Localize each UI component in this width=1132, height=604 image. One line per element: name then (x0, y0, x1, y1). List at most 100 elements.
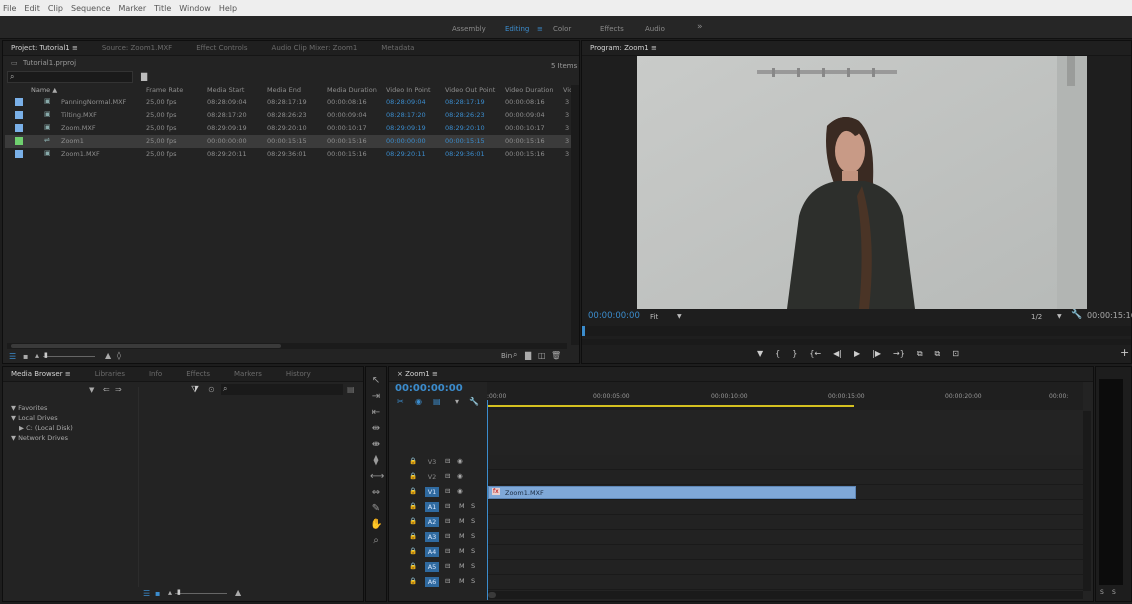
mark-out-button[interactable]: } (792, 349, 797, 359)
tab-history[interactable]: History (286, 370, 311, 378)
eye-icon[interactable]: ◉ (457, 487, 463, 495)
menu-marker[interactable]: Marker (118, 4, 146, 13)
sync-icon[interactable]: ⊟ (445, 472, 450, 480)
lock-icon[interactable]: 🔒 (409, 532, 417, 540)
hand-tool-icon[interactable]: ✋ (370, 519, 382, 530)
menu-title[interactable]: Title (154, 4, 171, 13)
table-row[interactable]: ▣ PanningNormal.MXF 25,00 fps 08:28:09:0… (5, 96, 571, 109)
slip-tool-icon[interactable]: ⟷ (370, 471, 384, 482)
solo-button[interactable]: S (471, 547, 475, 555)
workspace-more-icon[interactable]: » (697, 22, 703, 32)
row-in[interactable]: 08:29:20:11 (386, 150, 426, 158)
settings-wrench-icon[interactable]: 🔧 (1071, 310, 1082, 320)
lock-icon[interactable]: 🔒 (409, 487, 417, 495)
mute-button[interactable]: M (459, 517, 465, 525)
timeline-clip[interactable]: fx Zoom1.MXF (488, 486, 856, 499)
workspace-color[interactable]: Color (553, 25, 571, 33)
sync-icon[interactable]: ⊟ (445, 517, 450, 525)
razor-tool-icon[interactable]: ⧫ (370, 455, 382, 466)
add-marker-icon[interactable]: ▤ (433, 397, 441, 406)
eye-icon[interactable]: ◉ (457, 457, 463, 465)
row-out[interactable]: 08:29:36:01 (445, 150, 485, 158)
browser-list-icon[interactable]: ▤ (347, 385, 355, 394)
mute-button[interactable]: M (459, 562, 465, 570)
solo-left-button[interactable]: S (1100, 589, 1104, 596)
mute-button[interactable]: M (459, 547, 465, 555)
col-frame-rate[interactable]: Frame Rate (146, 86, 183, 94)
tab-sequence-zoom1[interactable]: × Zoom1 ≡ (397, 370, 438, 378)
menu-clip[interactable]: Clip (48, 4, 63, 13)
track-lane[interactable]: fx Zoom1.MXF (488, 485, 1083, 500)
sync-icon[interactable]: ⊟ (445, 457, 450, 465)
table-row[interactable]: ▣ Zoom1.MXF 25,00 fps 08:29:20:11 08:29:… (5, 148, 571, 161)
monitor-playhead[interactable] (582, 326, 585, 336)
menu-window[interactable]: Window (179, 4, 211, 13)
sync-icon[interactable]: ⊟ (445, 577, 450, 585)
tab-info[interactable]: Info (149, 370, 162, 378)
row-out[interactable]: 08:29:20:10 (445, 124, 485, 132)
row-in[interactable]: 08:28:09:04 (386, 98, 426, 106)
zoom-in-icon[interactable]: ▲ (235, 588, 241, 597)
add-marker-button[interactable]: ▼ (757, 349, 763, 359)
track-lane[interactable] (488, 545, 1083, 560)
scroll-thumb[interactable] (488, 592, 496, 598)
solo-button[interactable]: S (471, 502, 475, 510)
track-name[interactable]: V3 (425, 457, 439, 467)
menu-edit[interactable]: Edit (24, 4, 40, 13)
menu-sequence[interactable]: Sequence (71, 4, 110, 13)
program-timecode[interactable]: 00:00:00:00 (588, 311, 640, 321)
settings-wrench-icon[interactable]: 🔧 (469, 397, 479, 406)
mark-in-button[interactable]: { (775, 349, 780, 359)
lock-icon[interactable]: 🔒 (409, 502, 417, 510)
lock-icon[interactable]: 🔒 (409, 457, 417, 465)
rolling-edit-tool-icon[interactable]: ⇹ (370, 423, 382, 434)
workspace-assembly[interactable]: Assembly (452, 25, 486, 33)
nav-dropdown-icon[interactable]: ▼ (89, 386, 94, 394)
workspace-editing[interactable]: Editing (505, 25, 529, 33)
new-item-icon[interactable]: ◫ (538, 351, 546, 360)
lock-icon[interactable]: 🔒 (409, 472, 417, 480)
track-lane[interactable] (488, 500, 1083, 515)
zoom-tool-icon[interactable]: ⌕ (370, 535, 382, 546)
table-row[interactable]: ⇌ Zoom1 25,00 fps 00:00:00:00 00:00:15:1… (5, 135, 571, 148)
track-lane[interactable] (488, 470, 1083, 485)
sync-icon[interactable]: ⊟ (445, 487, 450, 495)
zoom-out-icon[interactable]: ▴ (168, 588, 172, 597)
tab-markers[interactable]: Markers (234, 370, 262, 378)
track-name[interactable]: A3 (425, 532, 439, 542)
row-in[interactable]: 00:00:00:00 (386, 137, 426, 145)
tab-metadata[interactable]: Metadata (381, 44, 414, 52)
linked-selection-icon[interactable]: ◉ (415, 397, 422, 406)
list-view-icon[interactable]: ☰ (9, 352, 16, 361)
button-editor-plus-icon[interactable]: + (1120, 346, 1129, 359)
monitor-zoom-bar[interactable] (582, 339, 1131, 345)
lock-icon[interactable]: 🔒 (409, 517, 417, 525)
tree-c-drive[interactable]: ▶ C: (Local Disk) (11, 423, 73, 433)
table-row[interactable]: ▣ Zoom.MXF 25,00 fps 08:29:09:19 08:29:2… (5, 122, 571, 135)
fit-chevron-icon[interactable]: ▼ (677, 313, 682, 320)
row-out[interactable]: 08:28:26:23 (445, 111, 485, 119)
tab-source[interactable]: Source: Zoom1.MXF (102, 44, 172, 52)
lift-button[interactable]: ⧉ (917, 349, 923, 359)
track-name[interactable]: A5 (425, 562, 439, 572)
col-video-out[interactable]: Video Out Point (445, 86, 495, 94)
menu-file[interactable]: File (3, 4, 16, 13)
zoom-slider[interactable] (175, 593, 227, 594)
resolution-dropdown[interactable]: 1/2 (1031, 313, 1042, 321)
go-to-in-button[interactable]: {← (809, 349, 821, 359)
table-row[interactable]: ▣ Tilting.MXF 25,00 fps 08:28:17:20 08:2… (5, 109, 571, 122)
new-bin-icon[interactable]: ▇ (525, 351, 531, 360)
menu-help[interactable]: Help (219, 4, 237, 13)
mute-button[interactable]: M (459, 532, 465, 540)
mute-button[interactable]: M (459, 502, 465, 510)
resolution-chevron-icon[interactable]: ▼ (1057, 313, 1062, 320)
track-select-tool-icon[interactable]: ⇥ (370, 391, 382, 402)
track-lane[interactable] (488, 530, 1083, 545)
solo-button[interactable]: S (471, 562, 475, 570)
solo-button[interactable]: S (471, 517, 475, 525)
row-in[interactable]: 08:28:17:20 (386, 111, 426, 119)
tree-network-drives[interactable]: ▼ Network Drives (11, 433, 73, 443)
media-search-input[interactable]: ⌕ (221, 384, 343, 395)
track-lane[interactable] (488, 455, 1083, 470)
row-out[interactable]: 08:28:17:19 (445, 98, 485, 106)
